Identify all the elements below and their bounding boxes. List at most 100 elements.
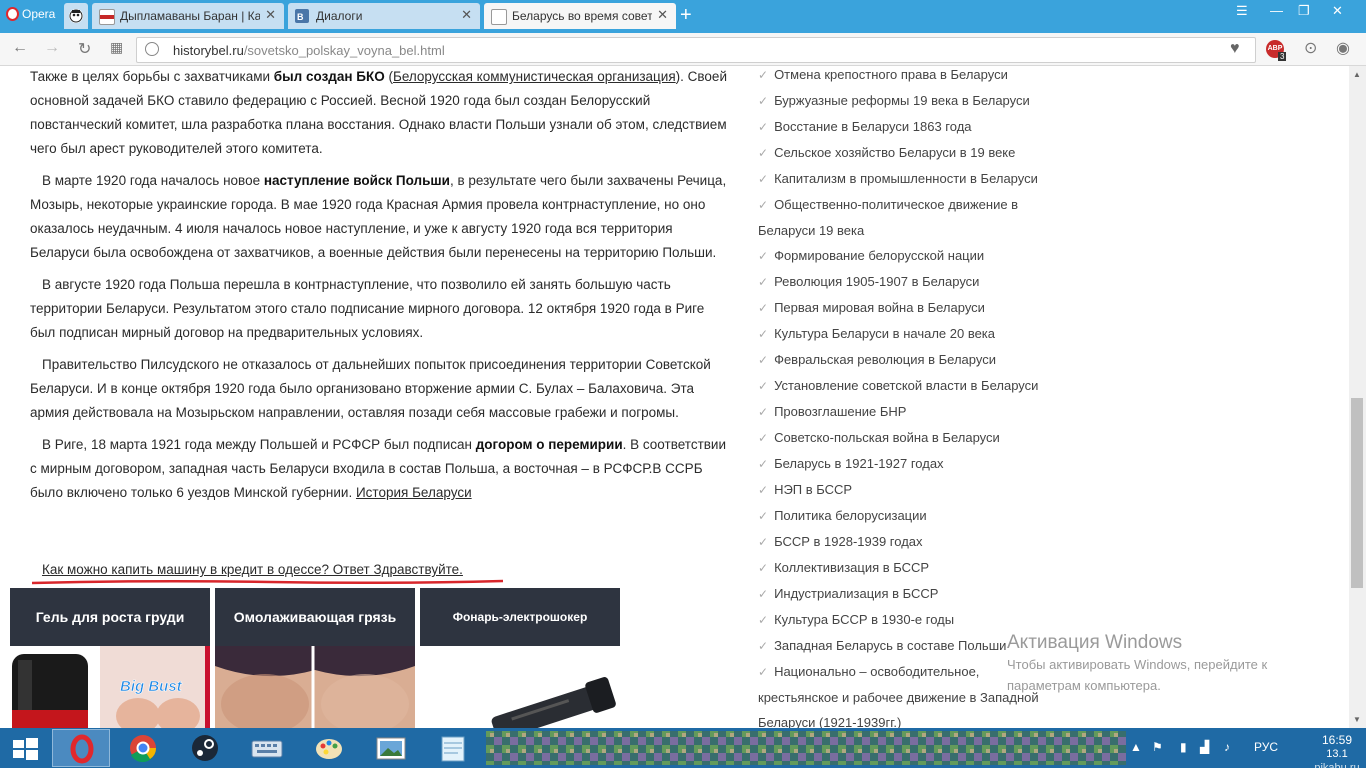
ad-image-mud[interactable] [215, 646, 415, 728]
sidebar-topic-label: Восстание в Беларуси 1863 года [774, 119, 972, 134]
ad-tile-mud[interactable]: Омолаживающая грязь [215, 588, 415, 646]
volume-icon[interactable]: ♪ [1224, 740, 1230, 754]
sidebar-topic-label: Беларусь в 1921-1927 годах [774, 456, 944, 471]
adblock-count-badge: 3 [1278, 52, 1287, 61]
sidebar-topic-link[interactable]: ✓ Формирование белорусской нации [758, 243, 1058, 269]
sidebar-topic-link[interactable]: ✓ Общественно-политическое движение в Бел… [758, 192, 1058, 243]
red-underline-stroke [31, 579, 504, 585]
tray-expand-icon[interactable]: ▲ [1130, 740, 1142, 754]
tab-pinned[interactable] [64, 3, 88, 29]
tab-belarus-active[interactable]: Беларусь во время совет ✕ [484, 3, 676, 29]
sidebar-topic-label: Общественно-политическое движение в Бела… [758, 197, 1019, 238]
ad-tile-breast-gel[interactable]: Гель для роста груди [10, 588, 210, 646]
sidebar-topic-link[interactable]: ✓ Политика белорусизации [758, 503, 1058, 529]
tray-flag-icon[interactable]: ⚑ [1152, 740, 1163, 754]
back-icon[interactable]: ← [12, 39, 28, 57]
paragraph: Также в целях борьбы с захватчиками был … [30, 65, 730, 161]
new-tab-icon[interactable]: + [680, 4, 692, 27]
clock-date: 13.1 [1326, 748, 1348, 760]
checkmark-icon: ✓ [758, 249, 769, 263]
taskbar-chrome[interactable] [114, 729, 172, 767]
network-icon[interactable]: ▟ [1200, 740, 1209, 754]
page-scrollbar[interactable]: ▲ ▼ [1349, 66, 1366, 728]
speed-dial-icon[interactable]: ▦ [110, 39, 123, 56]
scrollbar-thumb[interactable] [1351, 398, 1363, 588]
windows-logo-icon [13, 738, 38, 760]
sidebar-topic-link[interactable]: ✓ Установление советской власти в Беларус… [758, 373, 1058, 399]
close-window-icon[interactable]: ✕ [1332, 3, 1343, 19]
taskbar-keyboard[interactable] [238, 729, 296, 767]
sidebar-topic-link[interactable]: ✓ Сельское хозяйство Беларуси в 19 веке [758, 140, 1058, 166]
reload-icon[interactable]: ↻ [78, 39, 91, 59]
text: Также в целях борьбы с захватчиками [30, 69, 274, 84]
sidebar-topic-link[interactable]: ✓ Беларусь в 1921-1927 годах [758, 451, 1058, 477]
page-icon [491, 9, 507, 25]
maximize-icon[interactable]: ❐ [1298, 3, 1310, 19]
sidebar-topic-link[interactable]: ✓ БССР в 1928-1939 годах [758, 529, 1058, 555]
bookmark-heart-icon[interactable]: ♥ [1230, 40, 1240, 58]
bko-link[interactable]: Белорусская коммунистическая организация [393, 69, 676, 84]
sidebar-topic-link[interactable]: ✓ Индустриализация в БССР [758, 581, 1058, 607]
sidebar-topic-label: Индустриализация в БССР [774, 586, 939, 601]
sidebar-topic-link[interactable]: ✓ Первая мировая война в Беларуси [758, 295, 1058, 321]
ad-tile-flashlight[interactable]: Фонарь-электрошокер [420, 588, 620, 646]
minimize-icon[interactable]: — [1270, 3, 1283, 18]
taskbar-notepad[interactable] [424, 729, 482, 767]
sidebar-topic-label: Национально – освободительное, крестьянс… [758, 664, 1039, 730]
tab-bar: Opera Дыпламаваны Баран | Ка ✕ B Диалоги… [0, 0, 1366, 33]
sidebar-topic-link[interactable]: ✓ Культура Беларуси в начале 20 века [758, 321, 1058, 347]
language-indicator[interactable]: РУС [1254, 740, 1278, 754]
tab-menu-icon[interactable]: ☰ [1236, 3, 1248, 19]
sidebar-topic-label: Первая мировая война в Беларуси [774, 300, 985, 315]
taskbar-running-apps[interactable] [486, 729, 1126, 767]
start-button[interactable] [0, 729, 50, 767]
profile-icon[interactable]: ◉ [1336, 38, 1350, 58]
flag-icon [99, 9, 115, 25]
sidebar-topic-link[interactable]: ✓ Культура БССР в 1930-е годы [758, 607, 1058, 633]
tab-dialogs[interactable]: B Диалоги ✕ [288, 3, 480, 29]
tab-title: Дыпламаваны Баран | Ка [120, 9, 260, 23]
ad-image-breast-gel[interactable]: Big Bust [10, 646, 210, 728]
bold-text: догором о перемирии [475, 437, 623, 452]
sidebar-topic-link[interactable]: ✓ Отмена крепостного права в Беларуси [758, 62, 1058, 88]
sidebar-topic-link[interactable]: ✓ НЭП в БССР [758, 477, 1058, 503]
opera-menu-button[interactable]: Opera [0, 0, 62, 28]
close-tab-icon[interactable]: ✕ [657, 7, 668, 23]
ad-image-flashlight[interactable] [420, 646, 620, 728]
sidebar-topic-label: Западная Беларусь в составе Польши [774, 638, 1007, 653]
sidebar-topic-link[interactable]: ✓ Революция 1905-1907 в Беларуси [758, 269, 1058, 295]
clock[interactable]: 16:59 13.1 pikabu.ru [1308, 733, 1366, 775]
sidebar-topic-label: Коллективизация в БССР [774, 560, 930, 575]
sidebar-topic-link[interactable]: ✓ Буржуазные реформы 19 века в Беларуси [758, 88, 1058, 114]
sidebar-topic-link[interactable]: ✓ Коллективизация в БССР [758, 555, 1058, 581]
sidebar-topic-link[interactable]: ✓ Восстание в Беларуси 1863 года [758, 114, 1058, 140]
download-icon[interactable]: ⊙ [1304, 38, 1317, 58]
battery-icon[interactable]: ▮ [1180, 740, 1187, 754]
sidebar-topic-link[interactable]: ✓ Советско-польская война в Беларуси [758, 425, 1058, 451]
palette-icon [316, 739, 342, 759]
address-bar[interactable]: historybel.ru/sovetsko_polskay_voyna_bel… [136, 37, 1256, 63]
url-text[interactable]: historybel.ru/sovetsko_polskay_voyna_bel… [173, 43, 445, 58]
scroll-up-icon[interactable]: ▲ [1353, 70, 1361, 79]
close-tab-icon[interactable]: ✕ [461, 7, 472, 23]
taskbar-photo-viewer[interactable] [362, 729, 420, 767]
taskbar-paint[interactable] [300, 729, 358, 767]
sidebar-topic-label: Капитализм в промышленности в Беларуси [774, 171, 1038, 186]
tab-diplomavany-baran[interactable]: Дыпламаваны Баран | Ка ✕ [92, 3, 284, 29]
checkmark-icon: ✓ [758, 146, 769, 160]
scroll-down-icon[interactable]: ▼ [1353, 715, 1361, 724]
sidebar-topic-link[interactable]: ✓ Провозглашение БНР [758, 399, 1058, 425]
sidebar-topic-link[interactable]: ✓ Февральская революция в Беларуси [758, 347, 1058, 373]
checkmark-icon: ✓ [758, 94, 769, 108]
sidebar-topic-label: НЭП в БССР [774, 482, 853, 497]
notepad-icon [441, 736, 465, 762]
ad-text-link[interactable]: Как можно капить машину в кредит в одесс… [42, 562, 463, 577]
forward-icon[interactable]: → [44, 39, 60, 57]
taskbar-opera[interactable] [52, 729, 110, 767]
close-tab-icon[interactable]: ✕ [265, 7, 276, 23]
ad-label: Гель для роста груди [35, 609, 185, 625]
taskbar-steam[interactable] [176, 729, 234, 767]
sidebar-topic-label: Культура БССР в 1930-е годы [774, 612, 955, 627]
history-belarus-link[interactable]: История Беларуси [356, 485, 472, 500]
sidebar-topic-link[interactable]: ✓ Капитализм в промышленности в Беларуси [758, 166, 1058, 192]
